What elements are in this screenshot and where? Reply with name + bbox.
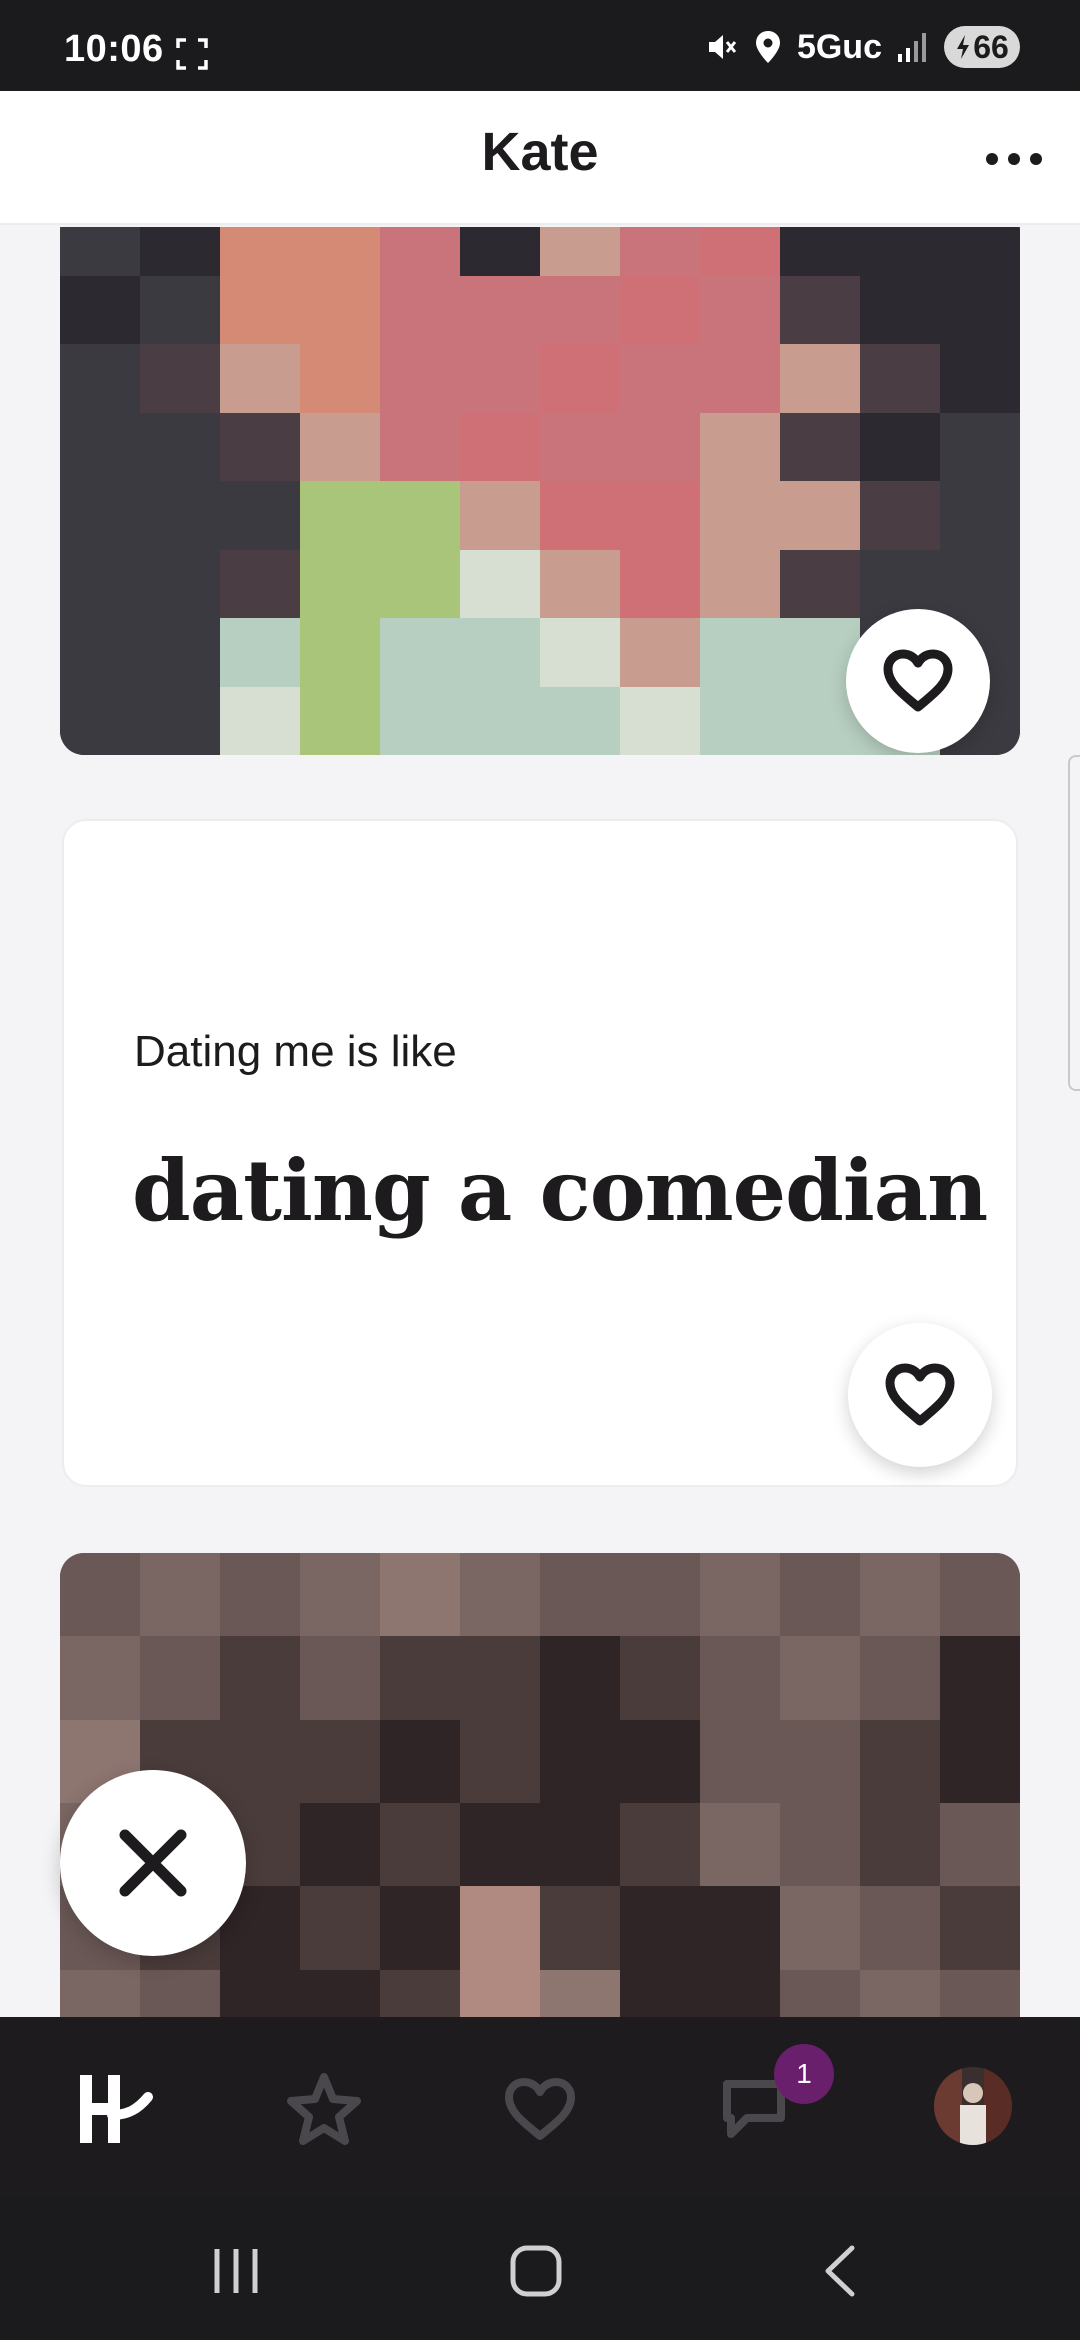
network-type: 5Guc: [796, 27, 882, 66]
battery-indicator: 66: [944, 26, 1020, 68]
battery-level: 66: [973, 28, 1009, 65]
system-nav-bar: [0, 2197, 1080, 2340]
recent-apps-button[interactable]: [196, 2231, 276, 2311]
signal-icon: [898, 33, 926, 62]
prompt-answer: dating a comedian: [132, 1141, 988, 1240]
home-icon: [510, 2245, 562, 2297]
bottom-tab-bar: [0, 2017, 1080, 2197]
like-prompt-button[interactable]: [848, 1323, 992, 1467]
status-icons: 5Guc 66: [703, 22, 1020, 72]
more-horizontal-icon: [986, 153, 1042, 165]
profile-feed[interactable]: Dating me is like dating a comedian: [0, 227, 1080, 2017]
profile-photo: [60, 227, 1020, 755]
prompt-card: Dating me is like dating a comedian: [62, 819, 1018, 1487]
status-bar: 10:06 5Guc 66: [0, 0, 1080, 91]
profile-avatar-image: [934, 2067, 1012, 2145]
tab-discover[interactable]: [68, 2061, 164, 2157]
scroll-handle[interactable]: [1068, 755, 1080, 1091]
location-icon: [755, 31, 780, 63]
battery-charging-icon: [957, 35, 970, 59]
mute-icon: [708, 35, 737, 59]
heart-icon: [883, 649, 953, 712]
page-title: Kate: [481, 122, 599, 182]
like-photo-button[interactable]: [846, 609, 990, 753]
avatar[interactable]: [934, 2067, 1012, 2145]
status-time: 10:06: [64, 28, 164, 70]
home-button[interactable]: [496, 2231, 576, 2311]
tab-likes-you[interactable]: [492, 2061, 588, 2157]
profile-header: Kate: [0, 91, 1080, 225]
star-icon: [287, 2073, 361, 2145]
hinge-logo-icon: [80, 2075, 153, 2143]
heart-icon: [885, 1363, 955, 1426]
prompt-question: Dating me is like: [134, 1027, 457, 1076]
matches-badge: 1: [774, 2044, 834, 2104]
screenshot-icon: [176, 38, 208, 70]
back-button[interactable]: [800, 2231, 880, 2311]
heart-icon: [505, 2078, 575, 2140]
skip-button[interactable]: [60, 1770, 246, 1956]
tab-standouts[interactable]: [276, 2061, 372, 2157]
back-icon: [825, 2245, 855, 2297]
more-options-button[interactable]: [982, 127, 1046, 191]
recent-apps-icon: [214, 2249, 258, 2293]
x-icon: [119, 1829, 187, 1897]
